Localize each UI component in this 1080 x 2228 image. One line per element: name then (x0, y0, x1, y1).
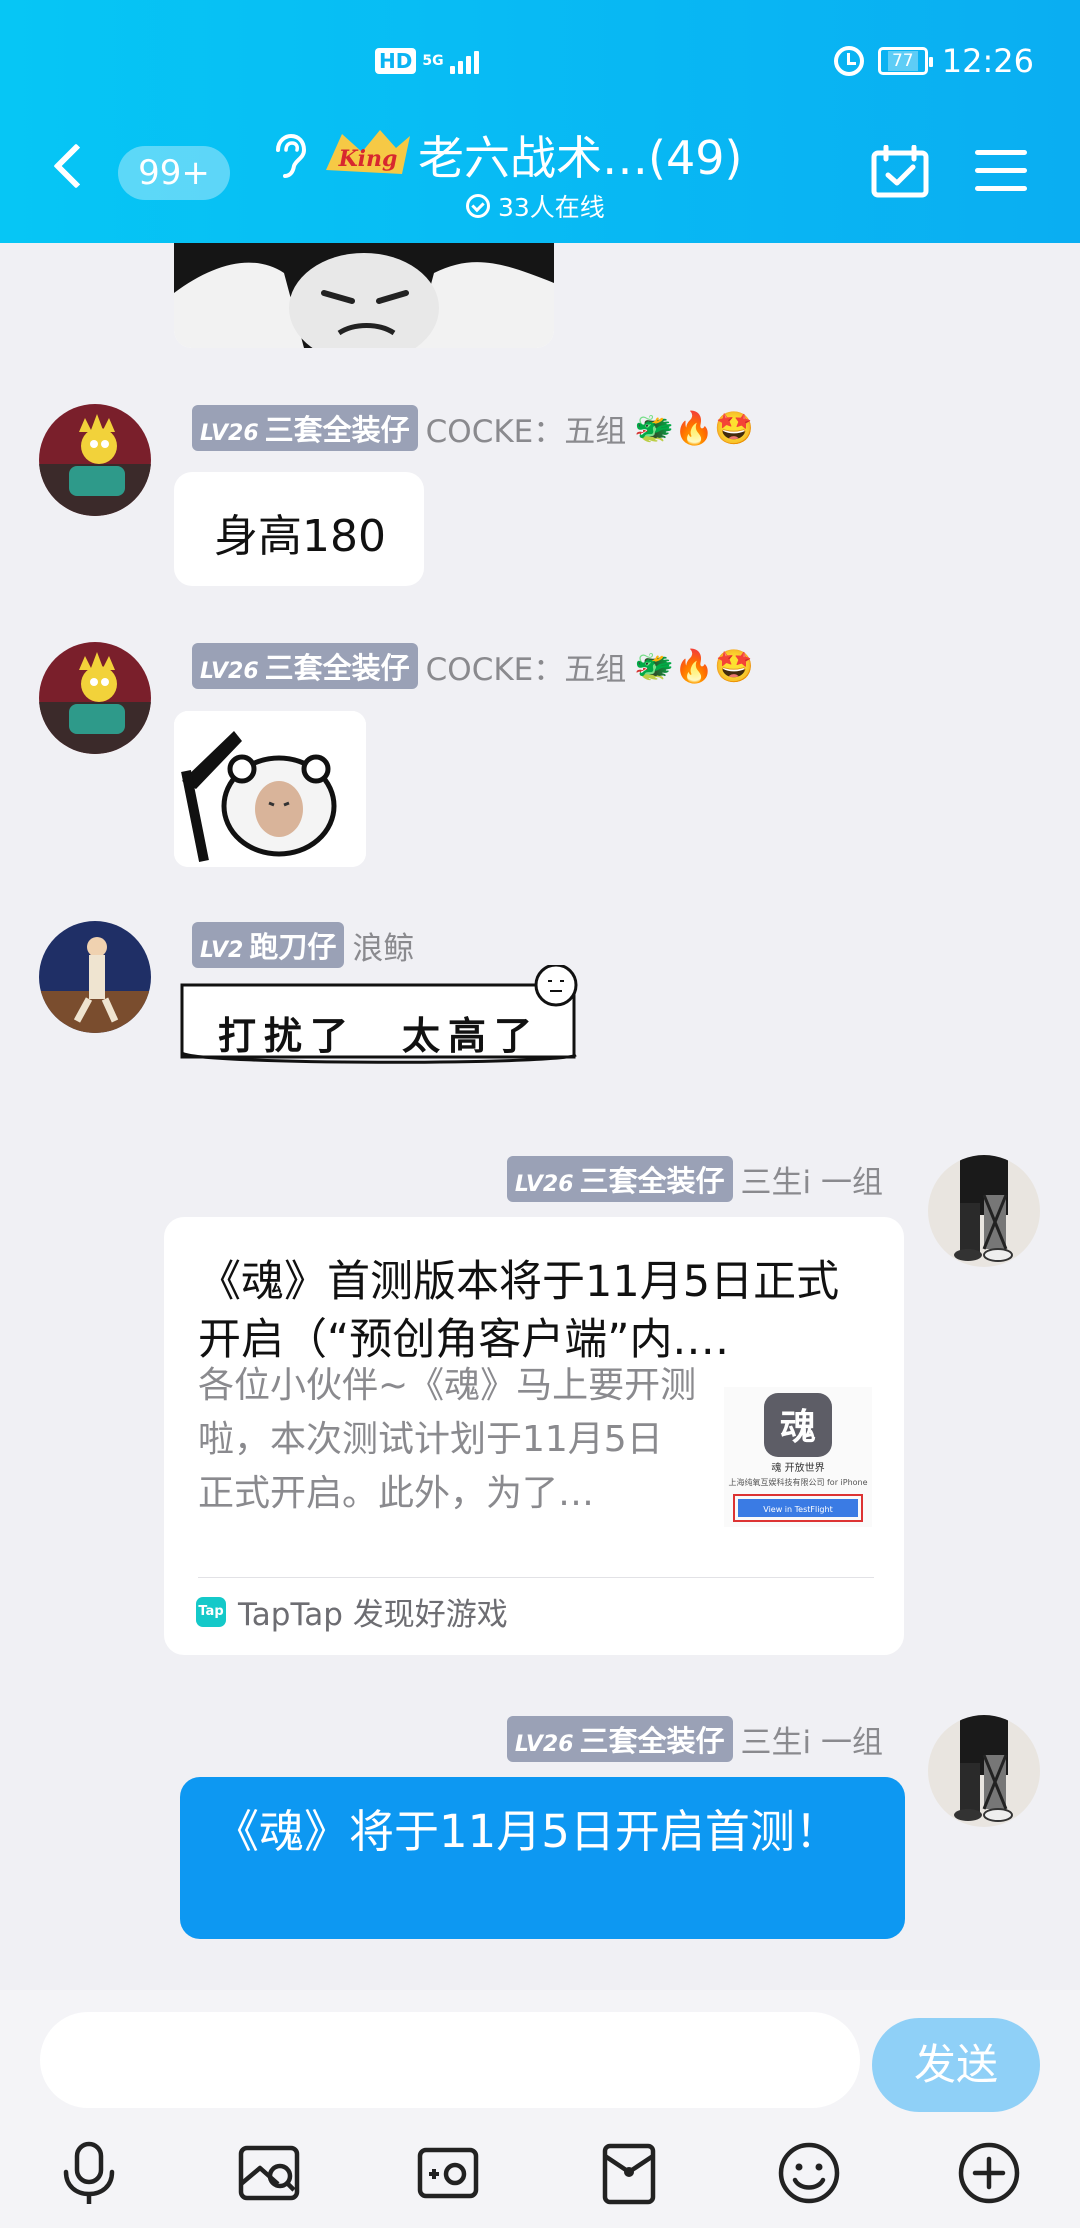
level: LV26 (200, 421, 259, 446)
emoji-icon[interactable] (776, 2140, 842, 2206)
sender-info: LV26 三套全装仔 三生i 一组 (506, 1716, 883, 1762)
member-title: 跑刀仔 (249, 930, 337, 964)
ear-icon[interactable] (272, 134, 306, 178)
message-bubble[interactable]: 身高180 (174, 472, 424, 586)
chat-header: HD 5G 77 12:26 99+ King 老六战术…(49) 33人在线 (0, 0, 1080, 243)
user-avatar[interactable] (39, 642, 151, 754)
sticker-image[interactable] (174, 711, 366, 867)
thumbnail-glyph: 魂 (780, 1406, 816, 1448)
medal-icons: 🐲🔥🤩 (634, 647, 754, 685)
card-source-text: TapTap 发现好游戏 (238, 1597, 508, 1633)
scroll-sticker-image[interactable]: 打扰了 太高了 (178, 965, 583, 1070)
level-badge: LV26 三套全装仔 (506, 1156, 733, 1202)
alarm-icon (833, 46, 864, 76)
sender-info: LV26 三套全装仔 COCKE：五组 🐲🔥🤩 (192, 643, 754, 689)
send-button[interactable]: 发送 (872, 2018, 1040, 2112)
sticker-caption: 打扰了 太高了 (218, 1013, 541, 1058)
network-type: 5G (422, 53, 444, 69)
message-input[interactable] (40, 2012, 860, 2108)
message-text: 《魂》将于11月5日开启首测！ (214, 1805, 840, 1858)
thumbnail-caption: 魂 开放世界 (771, 1461, 824, 1474)
sender-info: LV2 跑刀仔 浪鲸 (192, 922, 414, 968)
group-logo: King (326, 130, 410, 174)
input-bar: 发送 (0, 1990, 1080, 2228)
battery-level: 77 (887, 51, 918, 71)
logo-text: King (338, 146, 398, 172)
user-avatar[interactable] (39, 921, 151, 1033)
sender-name[interactable]: COCKE：五组 (426, 644, 627, 689)
my-avatar[interactable] (928, 1715, 1040, 1827)
level-badge: LV26 三套全装仔 (192, 643, 418, 689)
card-source: Tap TapTap 发现好游戏 (196, 1589, 508, 1634)
battery-icon: 77 (877, 47, 933, 75)
image-icon[interactable] (236, 2140, 302, 2206)
card-thumbnail: 魂 魂 开放世界 上海纯氧互娱科技有限公司 for iPhone View in… (724, 1387, 872, 1527)
sender-name[interactable]: 三生i 一组 (741, 1717, 883, 1762)
level: LV26 (514, 1172, 574, 1197)
sender-name[interactable]: 浪鲸 (352, 923, 414, 968)
calendar-check-icon[interactable] (870, 145, 930, 199)
sender-info: LV26 三套全装仔 COCKE：五组 🐲🔥🤩 (192, 405, 754, 451)
red-packet-icon[interactable] (596, 2140, 662, 2206)
card-description: 各位小伙伴~《魂》马上要开测啦，本次测试计划于11月5日正式开启。此外，为了… (198, 1365, 697, 1514)
partial-sticker-image[interactable] (174, 243, 554, 348)
thumbnail-button: View in TestFlight (763, 1505, 832, 1514)
message-text: 身高180 (214, 511, 386, 562)
level: LV2 (200, 938, 244, 963)
hd-badge: HD (375, 48, 417, 74)
medal-icons: 🐲🔥🤩 (634, 409, 754, 447)
network-indicators: HD 5G (375, 48, 479, 74)
online-count: 33人在线 (498, 193, 605, 222)
member-title: 三套全装仔 (264, 413, 410, 447)
online-status[interactable]: 33人在线 (466, 188, 605, 224)
camera-icon[interactable] (415, 2140, 481, 2206)
group-name[interactable]: 老六战术…(49) (418, 122, 742, 188)
link-card[interactable]: 《魂》首测版本将于11月5日正式开启（“预创角客户端”内.… 各位小伙伴~《魂》… (164, 1217, 904, 1655)
level: LV26 (514, 1732, 574, 1757)
sender-info: LV26 三套全装仔 三生i 一组 (506, 1156, 883, 1202)
sender-name[interactable]: COCKE：五组 (426, 406, 627, 451)
status-right: 77 12:26 (833, 42, 1034, 80)
menu-icon[interactable] (975, 150, 1027, 192)
message-list[interactable]: LV26 三套全装仔 COCKE：五组 🐲🔥🤩 身高180 LV26 三套全装仔 C… (0, 243, 1080, 1990)
microphone-icon[interactable] (56, 2140, 122, 2206)
user-avatar[interactable] (39, 404, 151, 516)
my-message-bubble[interactable]: 《魂》将于11月5日开启首测！ (180, 1777, 905, 1939)
my-avatar[interactable] (928, 1155, 1040, 1267)
card-divider (198, 1577, 874, 1578)
level: LV26 (200, 659, 259, 684)
taptap-icon: Tap (196, 1596, 226, 1627)
back-arrow-icon[interactable] (53, 143, 99, 189)
sender-name[interactable]: 三生i 一组 (741, 1157, 883, 1202)
clock: 12:26 (941, 42, 1034, 80)
status-bar: HD 5G 77 12:26 (0, 40, 1080, 86)
member-title: 三套全装仔 (579, 1164, 725, 1198)
member-title: 三套全装仔 (264, 651, 410, 685)
member-title: 三套全装仔 (579, 1724, 725, 1758)
card-title: 《魂》首测版本将于11月5日正式开启（“预创角客户端”内.… (198, 1257, 840, 1365)
plus-icon[interactable] (956, 2140, 1022, 2206)
signal-icon (449, 48, 479, 74)
unread-count-badge[interactable]: 99+ (118, 146, 230, 200)
level-badge: LV2 跑刀仔 (192, 922, 345, 968)
level-badge: LV26 三套全装仔 (506, 1716, 733, 1762)
online-check-icon (466, 194, 490, 218)
level-badge: LV26 三套全装仔 (192, 405, 418, 451)
thumbnail-company: 上海纯氧互娱科技有限公司 for iPhone (728, 1477, 867, 1487)
